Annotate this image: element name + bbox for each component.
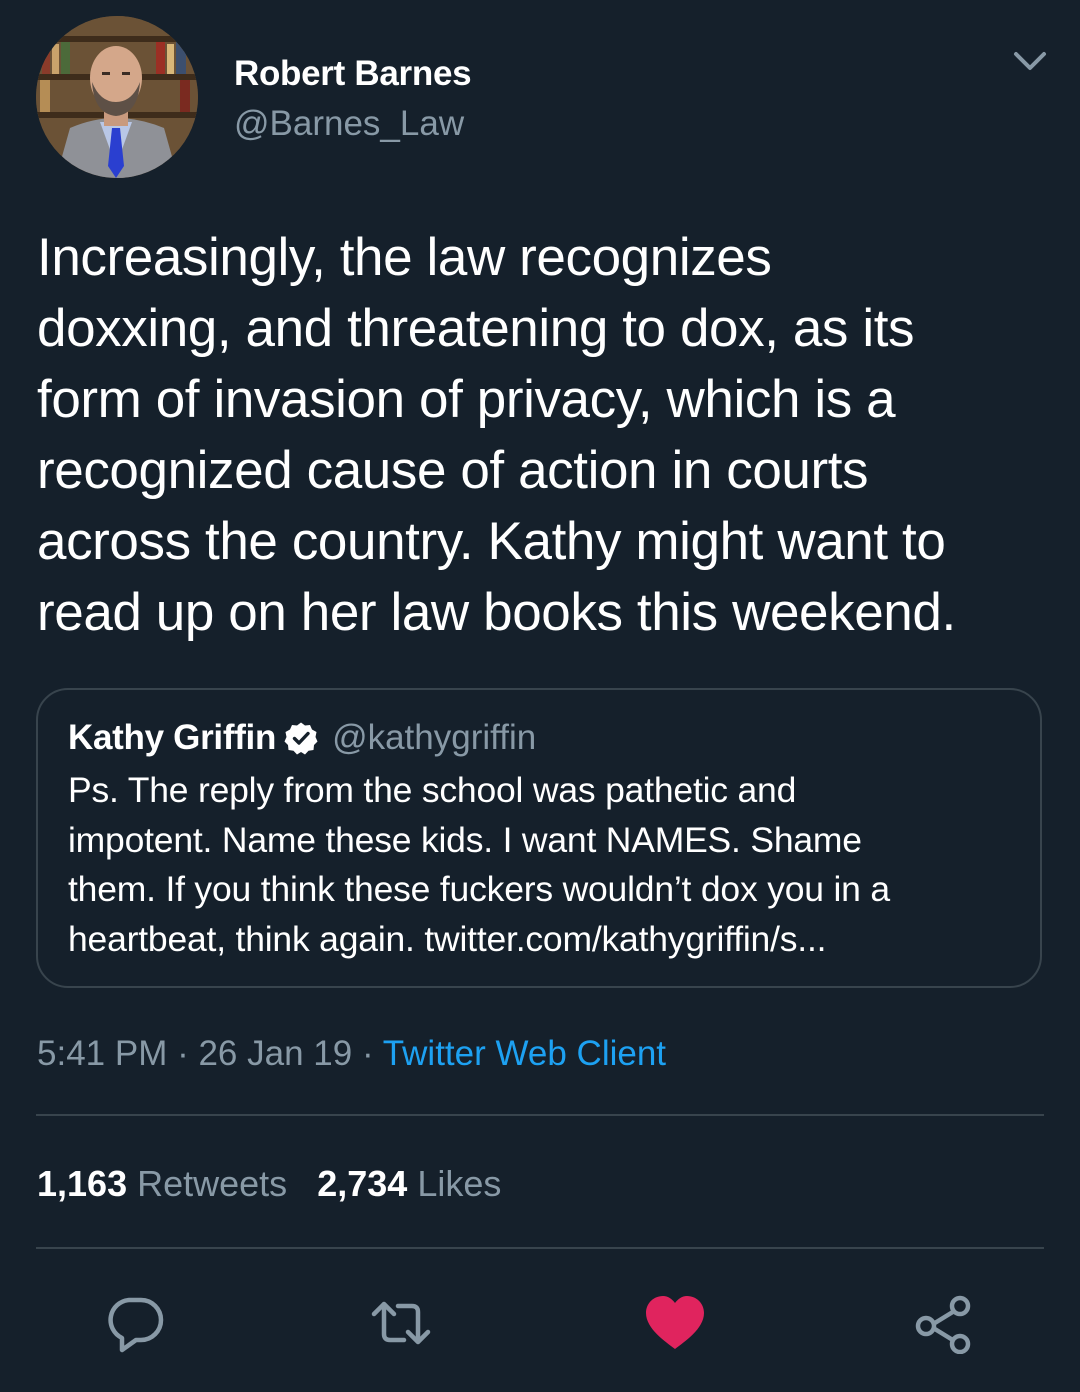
likes-stat[interactable]: 2,734 Likes — [317, 1163, 501, 1204]
tweet-stats: 1,163 Retweets 2,734 Likes — [37, 1162, 501, 1206]
author-name[interactable]: Robert Barnes — [234, 52, 472, 96]
quoted-author-name: Kathy Griffin — [68, 718, 277, 757]
quoted-tweet[interactable]: Kathy Griffin @kathygriffin Ps. The repl… — [36, 688, 1042, 988]
divider — [36, 1247, 1044, 1249]
share-icon — [915, 1295, 971, 1355]
tweet-source-link[interactable]: Twitter Web Client — [383, 1034, 666, 1073]
tweet-date: 26 Jan 19 — [198, 1034, 353, 1073]
likes-label: Likes — [417, 1163, 502, 1204]
reply-button[interactable] — [104, 1292, 166, 1354]
tweet-text: Increasingly, the law recognizes doxxing… — [37, 228, 956, 642]
like-button[interactable] — [644, 1292, 706, 1354]
meta-separator: · — [352, 1034, 383, 1073]
quoted-tweet-header: Kathy Griffin @kathygriffin — [68, 716, 536, 760]
divider — [36, 1114, 1044, 1116]
retweets-stat[interactable]: 1,163 Retweets — [37, 1163, 287, 1204]
verified-badge-icon — [284, 722, 318, 755]
author-handle[interactable]: @Barnes_Law — [234, 102, 464, 146]
author-avatar[interactable] — [36, 16, 198, 178]
meta-separator: · — [167, 1034, 199, 1073]
retweets-label: Retweets — [137, 1163, 288, 1204]
share-button[interactable] — [912, 1292, 974, 1355]
likes-count: 2,734 — [317, 1163, 408, 1204]
tweet-meta: 5:41 PM · 26 Jan 19 · Twitter Web Client — [37, 1032, 666, 1076]
tweet-time: 5:41 PM — [37, 1034, 168, 1073]
retweet-button[interactable] — [370, 1292, 432, 1354]
retweets-count: 1,163 — [37, 1163, 128, 1204]
heart-icon — [646, 1296, 704, 1349]
reply-icon — [108, 1297, 164, 1353]
retweet-icon — [371, 1301, 431, 1345]
quoted-author-handle: @kathygriffin — [332, 718, 537, 757]
chevron-down-icon[interactable] — [1008, 44, 1052, 80]
quoted-tweet-text: Ps. The reply from the school was pathet… — [68, 770, 890, 959]
